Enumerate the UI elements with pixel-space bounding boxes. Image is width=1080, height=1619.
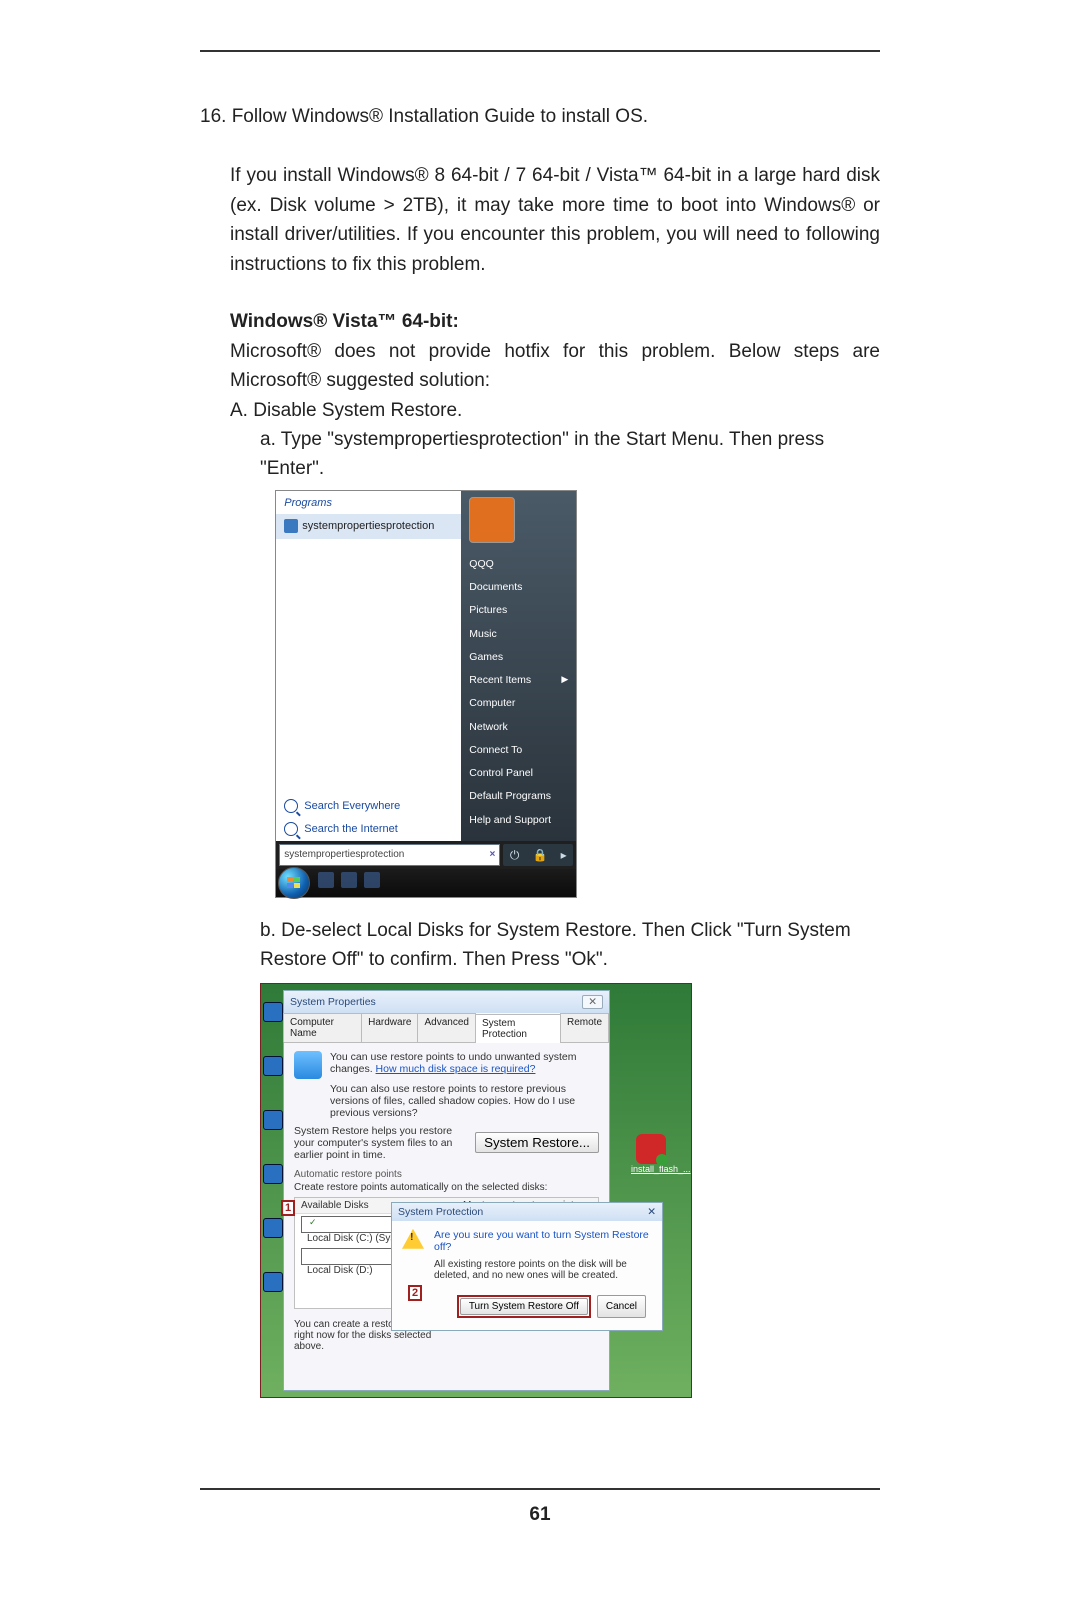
- close-button[interactable]: ✕: [582, 995, 603, 1009]
- menu-computer[interactable]: Computer: [469, 695, 568, 711]
- callout-1: 1: [281, 1200, 295, 1216]
- restore-info-text: You can use restore points to undo unwan…: [330, 1051, 599, 1079]
- desktop-icon[interactable]: [263, 1056, 283, 1076]
- window-title: System Properties: [290, 996, 376, 1008]
- tab-system-protection[interactable]: System Protection: [475, 1014, 561, 1043]
- confirm-detail: All existing restore points on the disk …: [434, 1259, 652, 1281]
- tab-advanced[interactable]: Advanced: [417, 1013, 475, 1042]
- desktop-icon[interactable]: [263, 1164, 283, 1184]
- menu-games[interactable]: Games: [469, 649, 568, 665]
- tab-hardware[interactable]: Hardware: [361, 1013, 418, 1042]
- step-a-b: b. De-select Local Disks for System Rest…: [260, 916, 880, 975]
- start-orb[interactable]: [278, 867, 310, 899]
- power-icon[interactable]: ⏻: [510, 846, 520, 865]
- desktop-flash-icon[interactable]: install_flash_...: [631, 1134, 671, 1174]
- taskbar-icon[interactable]: [364, 872, 380, 888]
- menu-control-panel[interactable]: Control Panel: [469, 765, 568, 781]
- restore-info-text-2: You can also use restore points to resto…: [330, 1083, 599, 1119]
- desktop-icon[interactable]: [263, 1272, 283, 1292]
- auto-restore-heading: Automatic restore points: [294, 1169, 599, 1180]
- menu-network[interactable]: Network: [469, 719, 568, 735]
- menu-music[interactable]: Music: [469, 626, 568, 642]
- search-result-item[interactable]: systempropertiesprotection: [276, 514, 461, 539]
- start-menu-right-pane: QQQ Documents Pictures Music Games Recen…: [461, 491, 576, 841]
- tab-computer-name[interactable]: Computer Name: [283, 1013, 362, 1042]
- programs-heading: Programs: [276, 491, 461, 514]
- confirm-dialog: System Protection ✕ Are you sure you wan…: [391, 1202, 663, 1331]
- chevron-right-icon: ▶: [561, 673, 568, 687]
- disk-space-link[interactable]: How much disk space is required?: [376, 1063, 536, 1075]
- vista-body: Microsoft® does not provide hotfix for t…: [230, 337, 880, 396]
- warning-icon: [402, 1229, 424, 1249]
- bottom-rule: [200, 1488, 880, 1490]
- search-result-label: systempropertiesprotection: [302, 518, 434, 535]
- page-number: 61: [200, 1504, 880, 1526]
- user-avatar: [469, 497, 515, 543]
- search-everywhere-link[interactable]: Search Everywhere: [276, 795, 461, 818]
- desktop-icons: [263, 1002, 283, 1292]
- restore-info-icon: [294, 1051, 322, 1079]
- user-name: QQQ: [469, 556, 568, 572]
- auto-restore-sub: Create restore points automatically on t…: [294, 1182, 599, 1193]
- search-internet-link[interactable]: Search the Internet: [276, 818, 461, 841]
- start-menu-left-pane: Programs systempropertiesprotection Sear…: [276, 491, 461, 841]
- power-buttons[interactable]: ⏻ 🔒 ▸: [503, 844, 573, 866]
- system-restore-button[interactable]: System Restore...: [475, 1132, 599, 1153]
- start-search-box[interactable]: systempropertiesprotection ×: [279, 844, 500, 866]
- quick-launch: [316, 872, 382, 894]
- search-box-text: systempropertiesprotection: [284, 847, 404, 863]
- menu-documents[interactable]: Documents: [469, 579, 568, 595]
- intro-paragraph: If you install Windows® 8 64-bit / 7 64-…: [230, 161, 880, 279]
- step-16: 16. Follow Windows® Installation Guide t…: [200, 102, 880, 131]
- tab-remote[interactable]: Remote: [560, 1013, 609, 1042]
- search-icon: [284, 799, 298, 813]
- step-a-a: a. Type "systempropertiesprotection" in …: [260, 425, 880, 484]
- menu-recent-items[interactable]: Recent Items ▶: [469, 672, 568, 688]
- menu-pictures[interactable]: Pictures: [469, 602, 568, 618]
- taskbar-icon[interactable]: [318, 872, 334, 888]
- search-icon: [284, 822, 298, 836]
- confirm-close-button[interactable]: ✕: [647, 1206, 656, 1218]
- lock-icon[interactable]: 🔒: [533, 846, 548, 865]
- tab-strip: Computer Name Hardware Advanced System P…: [284, 1013, 609, 1043]
- taskbar: [276, 869, 576, 897]
- vista-heading: Windows® Vista™ 64-bit:: [230, 307, 880, 336]
- system-properties-screenshot: install_flash_... System Properties ✕ Co…: [260, 983, 692, 1398]
- menu-help-support[interactable]: Help and Support: [469, 812, 568, 828]
- desktop-icon[interactable]: [263, 1218, 283, 1238]
- callout-2: 2: [408, 1285, 422, 1301]
- system-restore-hint: System Restore helps you restore your co…: [294, 1125, 474, 1161]
- clear-search-icon[interactable]: ×: [489, 847, 495, 863]
- flash-icon: [636, 1134, 666, 1164]
- taskbar-icon[interactable]: [341, 872, 357, 888]
- turn-restore-off-button[interactable]: Turn System Restore Off: [460, 1298, 588, 1315]
- windows-flag-icon: [287, 877, 301, 889]
- start-menu-screenshot: Programs systempropertiesprotection Sear…: [275, 490, 577, 898]
- menu-connect-to[interactable]: Connect To: [469, 742, 568, 758]
- window-titlebar: System Properties ✕: [284, 991, 609, 1013]
- step-a: A. Disable System Restore.: [230, 396, 880, 425]
- power-menu-chevron-icon[interactable]: ▸: [561, 846, 567, 865]
- cancel-button[interactable]: Cancel: [597, 1295, 646, 1318]
- confirm-question: Are you sure you want to turn System Res…: [434, 1229, 652, 1253]
- program-icon: [284, 519, 298, 533]
- menu-default-programs[interactable]: Default Programs: [469, 788, 568, 804]
- desktop-icon[interactable]: [263, 1110, 283, 1130]
- top-rule: [200, 50, 880, 52]
- confirm-title: System Protection: [398, 1206, 483, 1218]
- enter-text: [260, 484, 265, 513]
- desktop-icon[interactable]: [263, 1002, 283, 1022]
